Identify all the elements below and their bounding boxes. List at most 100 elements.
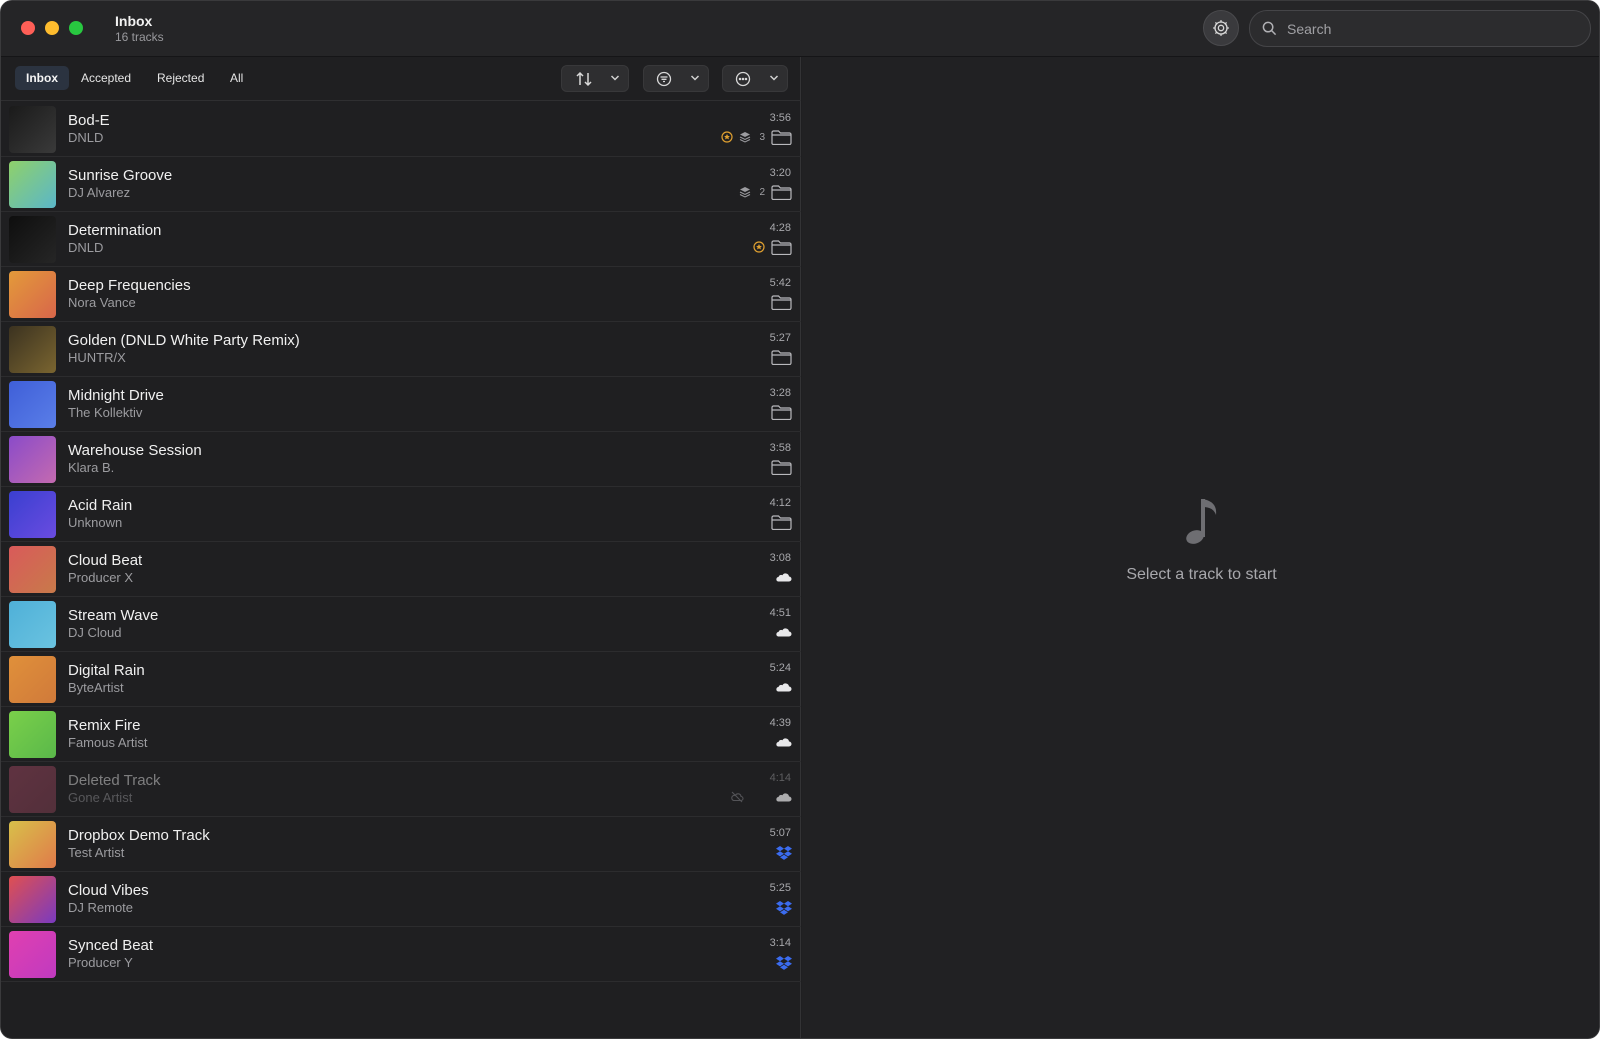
filter-icon [656, 71, 672, 87]
album-art [9, 821, 56, 868]
track-title: Acid Rain [68, 497, 133, 514]
cloud-icon [774, 682, 792, 692]
more-menu-button[interactable] [722, 65, 788, 92]
cloud-icon [774, 737, 792, 747]
track-row[interactable]: Sunrise Groove DJ Alvarez 3:20 2 [1, 157, 801, 212]
track-row[interactable]: Bod-E DNLD 3:56 3 [1, 102, 801, 157]
track-artist: Producer Y [68, 955, 133, 970]
track-row[interactable]: Cloud Beat Producer X 3:08 [1, 542, 801, 597]
filter-menu-button[interactable] [643, 65, 709, 92]
album-art [9, 711, 56, 758]
tab-all[interactable]: All [219, 66, 254, 90]
track-artist: ByteArtist [68, 680, 124, 695]
list-toolbar: Inbox Accepted Rejected All [1, 57, 801, 101]
chevron-down-icon [769, 75, 779, 81]
gear-icon [1213, 20, 1229, 36]
track-status-icons [774, 622, 792, 642]
track-title: Deleted Track [68, 772, 161, 789]
track-status-icons [774, 732, 792, 752]
sort-menu-button[interactable] [561, 65, 629, 92]
tab-rejected[interactable]: Rejected [146, 66, 215, 90]
star-badge-icon [721, 131, 734, 143]
album-art [9, 656, 56, 703]
chevron-down-icon [690, 75, 700, 81]
close-window-button[interactable] [21, 21, 35, 35]
maximize-window-button[interactable] [69, 21, 83, 35]
track-status-icons: 3 [721, 127, 792, 147]
empty-state-text: Select a track to start [1126, 566, 1277, 583]
track-status-icons [753, 237, 792, 257]
folder-icon[interactable] [771, 514, 792, 530]
track-artist: DJ Remote [68, 900, 134, 915]
cloud-icon [774, 572, 792, 582]
track-duration: 3:56 [769, 112, 791, 124]
version-count: 2 [759, 186, 765, 198]
folder-icon[interactable] [771, 129, 792, 145]
track-artist: DJ Alvarez [68, 185, 131, 200]
cloud-icon [774, 627, 792, 637]
track-artist: Nora Vance [68, 295, 136, 310]
track-status-icons [774, 677, 792, 697]
track-duration: 3:28 [769, 387, 791, 399]
search-box[interactable] [1249, 10, 1591, 47]
track-artist: Test Artist [68, 845, 125, 860]
track-artist: DNLD [68, 130, 104, 145]
folder-icon[interactable] [771, 184, 792, 200]
sort-icon [576, 71, 592, 87]
title-bar: Inbox 16 tracks [1, 1, 1599, 57]
track-duration: 3:58 [769, 442, 791, 454]
music-note-icon [1185, 499, 1216, 544]
track-row[interactable]: Digital Rain ByteArtist 5:24 [1, 652, 801, 707]
track-duration: 4:39 [769, 717, 791, 729]
track-artist: Unknown [68, 515, 123, 530]
track-list-pane: Inbox Accepted Rejected All Bod-E DNLD 3… [1, 57, 801, 1038]
album-art [9, 106, 56, 153]
settings-button[interactable] [1203, 10, 1239, 46]
folder-icon[interactable] [771, 239, 792, 255]
track-duration: 4:51 [769, 607, 791, 619]
track-row[interactable]: Stream Wave DJ Cloud 4:51 [1, 597, 801, 652]
album-art [9, 271, 56, 318]
folder-icon[interactable] [771, 294, 792, 310]
track-title: Cloud Vibes [68, 882, 149, 899]
cloud-off-icon [730, 791, 744, 803]
track-status-icons [771, 457, 792, 477]
folder-icon[interactable] [771, 349, 792, 365]
album-art [9, 436, 56, 483]
minimize-window-button[interactable] [45, 21, 59, 35]
album-art [9, 381, 56, 428]
track-duration: 3:08 [769, 552, 791, 564]
track-row[interactable]: Golden (DNLD White Party Remix) HUNTR/X 5:… [1, 322, 801, 377]
track-row[interactable]: Acid Rain Unknown 4:12 [1, 487, 801, 542]
track-row[interactable]: Warehouse Session Klara B. 3:58 [1, 432, 801, 487]
track-row[interactable]: Cloud Vibes DJ Remote 5:25 [1, 872, 801, 927]
track-status-icons [776, 842, 792, 862]
search-input[interactable] [1287, 20, 1567, 37]
track-row[interactable]: Dropbox Demo Track Test Artist 5:07 [1, 817, 801, 872]
window-title: Inbox [115, 13, 153, 29]
track-row[interactable]: Determination DNLD 4:28 [1, 212, 801, 267]
track-duration: 5:42 [769, 277, 791, 289]
window-title-block: Inbox 16 tracks [115, 13, 164, 45]
track-duration: 5:07 [769, 827, 791, 839]
tab-inbox[interactable]: Inbox [15, 66, 69, 90]
track-count: 16 tracks [115, 30, 164, 44]
track-artist: DJ Cloud [68, 625, 122, 640]
track-status-icons: 2 [739, 182, 792, 202]
track-row[interactable]: Deep Frequencies Nora Vance 5:42 [1, 267, 801, 322]
tab-accepted[interactable]: Accepted [70, 66, 142, 90]
track-artist: Klara B. [68, 460, 115, 475]
track-row[interactable]: Midnight Drive The Kollektiv 3:28 [1, 377, 801, 432]
track-title: Golden (DNLD White Party Remix) [68, 332, 300, 349]
track-row[interactable]: Deleted Track Gone Artist 4:14 [1, 762, 801, 817]
folder-icon[interactable] [771, 404, 792, 420]
empty-state: Select a track to start [802, 493, 1599, 584]
folder-icon[interactable] [771, 459, 792, 475]
track-status-icons [771, 347, 792, 367]
track-duration: 3:14 [769, 937, 791, 949]
track-title: Warehouse Session [68, 442, 202, 459]
track-duration: 5:24 [769, 662, 791, 674]
track-status-icons [771, 292, 792, 312]
track-row[interactable]: Synced Beat Producer Y 3:14 [1, 927, 801, 982]
track-row[interactable]: Remix Fire Famous Artist 4:39 [1, 707, 801, 762]
